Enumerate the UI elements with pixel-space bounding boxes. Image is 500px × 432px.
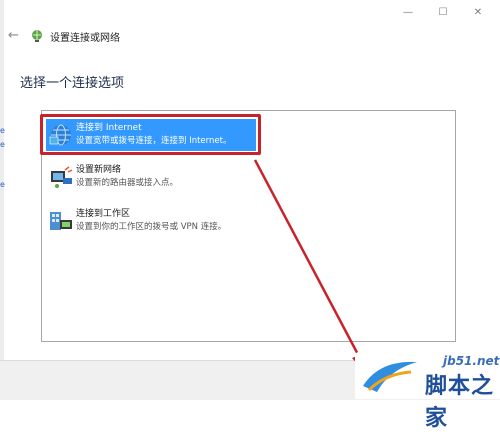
window-title: 设置连接或网络 bbox=[50, 33, 120, 44]
background-text-fragment: e bbox=[0, 140, 5, 149]
close-button[interactable]: ✕ bbox=[465, 2, 491, 22]
option-setup-new-network[interactable]: 设置新网络 设置新的路由器或接入点。 bbox=[46, 161, 256, 193]
watermark: jb51.net 脚本之家 bbox=[355, 352, 500, 431]
background-window-edge bbox=[0, 0, 4, 399]
option-connect-workplace[interactable]: 连接到工作区 设置到你的工作区的拨号或 VPN 连接。 bbox=[46, 205, 256, 237]
network-icon bbox=[32, 30, 42, 42]
jb51-logo-icon bbox=[363, 361, 417, 392]
option-description: 设置到你的工作区的拨号或 VPN 连接。 bbox=[76, 222, 227, 232]
back-arrow-icon[interactable]: ← bbox=[8, 28, 19, 43]
background-text-fragment: e bbox=[0, 126, 5, 135]
background-text-fragment: e bbox=[0, 180, 5, 189]
option-title: 设置新网络 bbox=[76, 165, 122, 175]
watermark-url: jb51.net bbox=[443, 354, 500, 368]
option-description: 设置新的路由器或接入点。 bbox=[76, 178, 179, 188]
router-setup-icon bbox=[51, 166, 73, 188]
annotation-highlight-box bbox=[40, 114, 261, 155]
workplace-vpn-icon bbox=[50, 212, 72, 230]
page-heading: 选择一个连接选项 bbox=[20, 76, 125, 91]
minimize-button[interactable]: — bbox=[395, 2, 421, 22]
maximize-button[interactable]: ☐ bbox=[430, 2, 456, 22]
watermark-site-name: 脚本之家 bbox=[425, 374, 495, 431]
option-title: 连接到工作区 bbox=[76, 209, 131, 219]
